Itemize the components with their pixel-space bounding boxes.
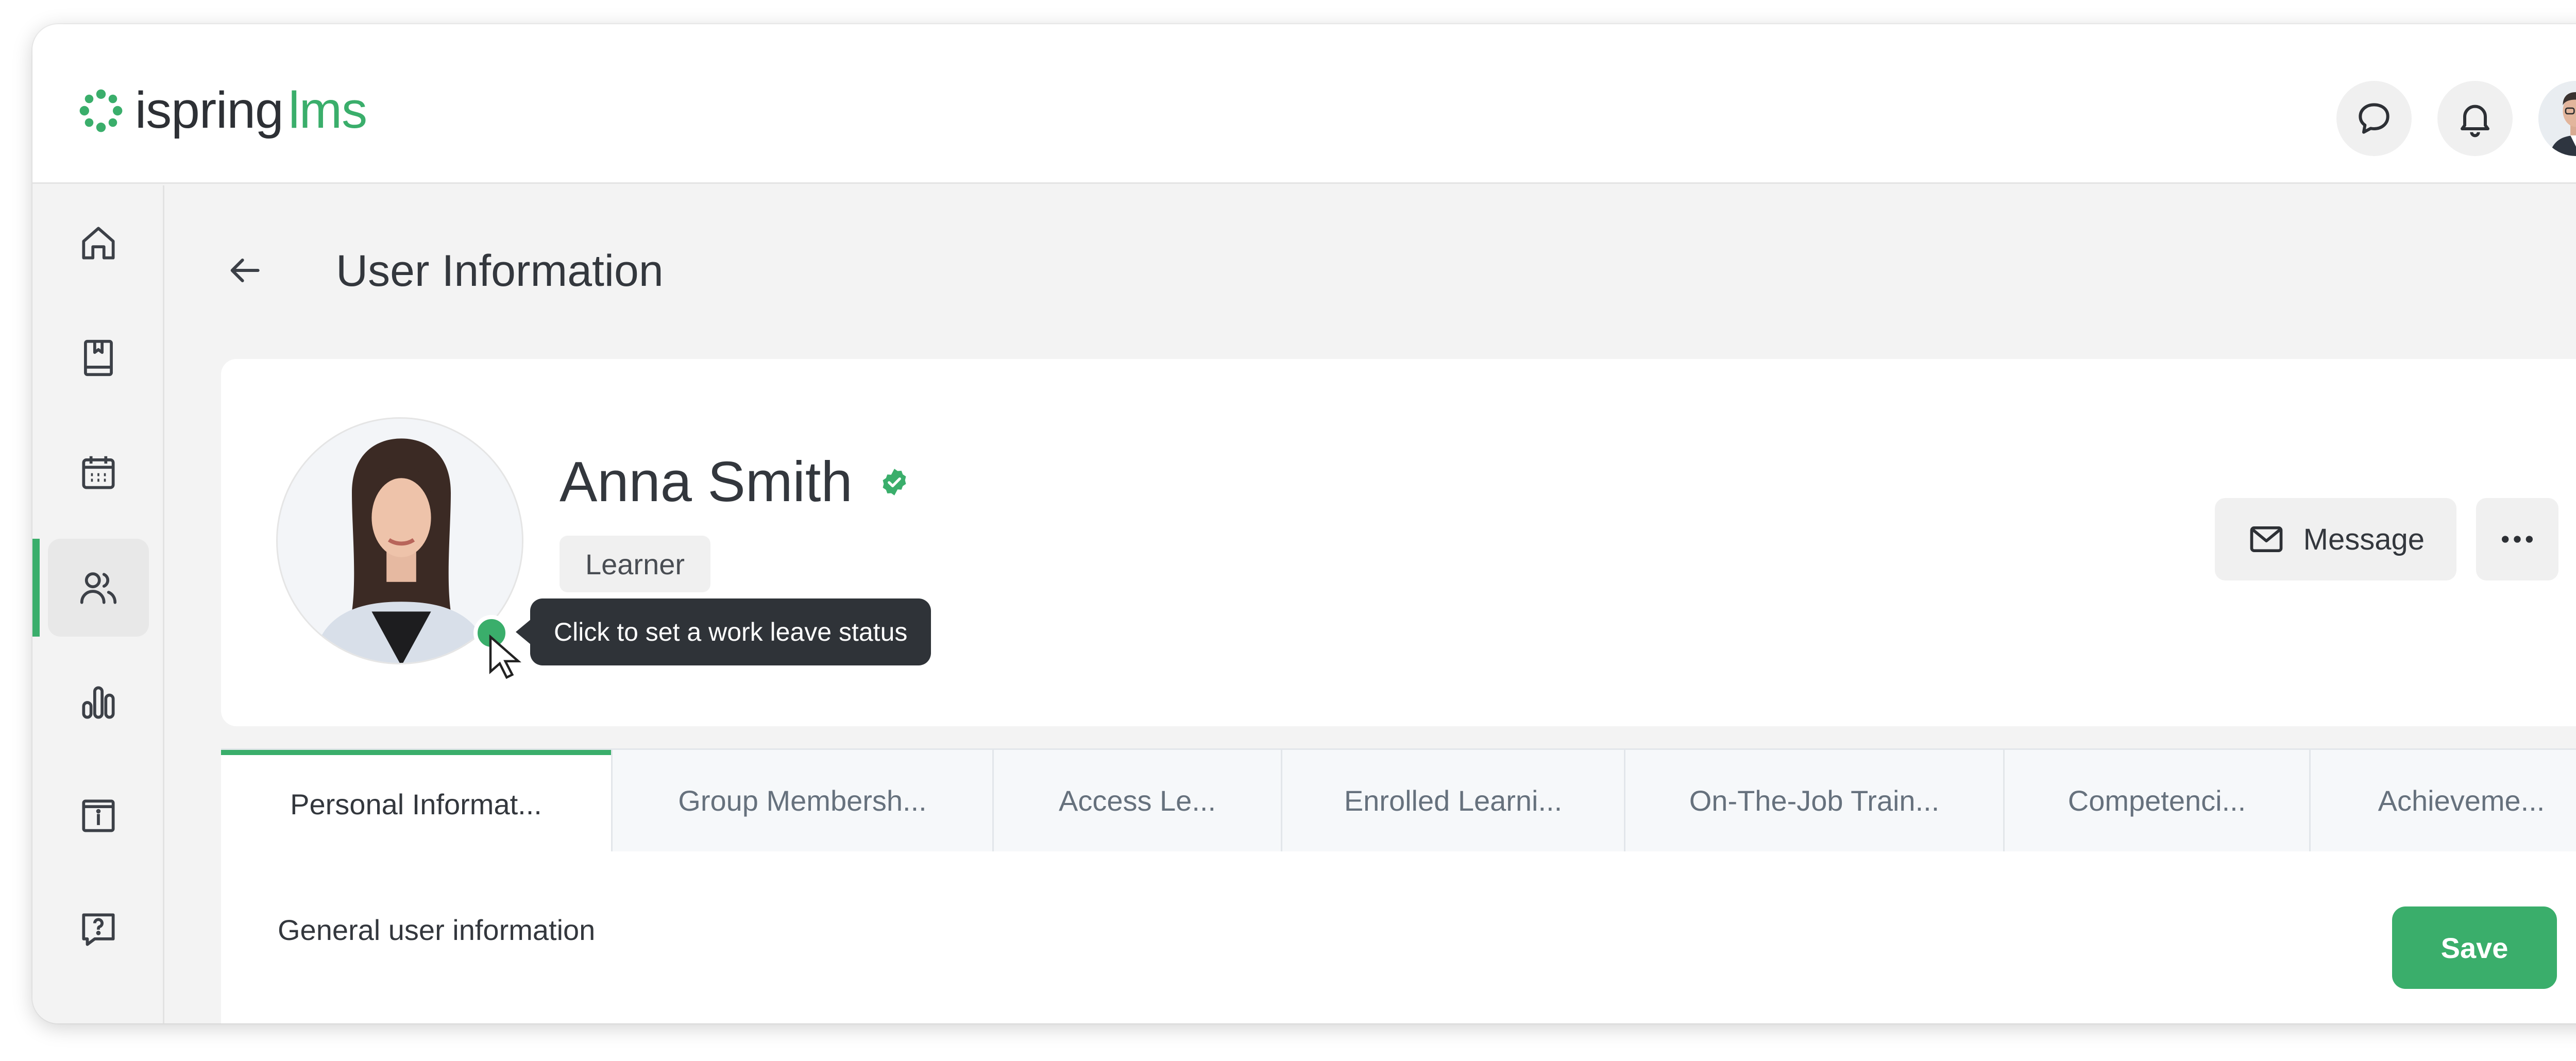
work-leave-tooltip: Click to set a work leave status: [515, 598, 931, 665]
back-button[interactable]: [221, 247, 267, 294]
sidebar: [32, 185, 164, 1023]
man-portrait-icon: [2538, 81, 2576, 156]
users-icon: [80, 572, 117, 604]
top-bar: ispring lms: [32, 24, 2576, 184]
role-badge: Learner: [560, 536, 711, 592]
calendar-icon: [82, 456, 115, 489]
sidebar-item-info[interactable]: [48, 767, 149, 865]
sidebar-item-calendar[interactable]: [48, 424, 149, 522]
message-button-label: Message: [2303, 522, 2425, 556]
ispring-logo[interactable]: ispring lms: [77, 81, 367, 140]
tab-on-the-job-training[interactable]: On-The-Job Train...: [1624, 750, 2003, 853]
user-name-text: Anna Smith: [560, 450, 853, 514]
save-button[interactable]: Save: [2392, 906, 2557, 989]
bell-icon: [2461, 105, 2489, 138]
sidebar-item-library[interactable]: [48, 309, 149, 407]
book-icon: [84, 339, 113, 377]
sidebar-item-home[interactable]: [48, 194, 149, 292]
profile-card: Click to set a work leave status Anna Sm…: [221, 359, 2576, 726]
current-user-avatar[interactable]: [2538, 81, 2576, 156]
notifications-button[interactable]: [2437, 81, 2513, 156]
profile-tabs: Personal Informat... Group Membersh... A…: [221, 748, 2576, 853]
help-icon: [82, 913, 115, 946]
tab-personal-information[interactable]: Personal Informat...: [221, 750, 611, 853]
sidebar-item-help[interactable]: [48, 881, 149, 979]
user-name: Anna Smith: [560, 449, 910, 515]
envelope-icon: [2250, 526, 2283, 553]
logo-text-ispring: ispring: [135, 81, 284, 139]
home-icon: [82, 227, 115, 260]
verified-check-icon: [883, 468, 906, 495]
sidebar-active-indicator: [32, 539, 40, 637]
main-content: User Information Click to set a work lea…: [164, 185, 2576, 1023]
info-icon: [82, 799, 115, 832]
tab-group-membership[interactable]: Group Membersh...: [611, 750, 992, 853]
sidebar-item-users[interactable]: [48, 539, 149, 637]
personal-info-panel: General user information Save: [221, 851, 2576, 1023]
section-heading: General user information: [278, 914, 596, 946]
message-button[interactable]: Message: [2214, 498, 2456, 580]
tab-competencies[interactable]: Competenci...: [2003, 750, 2309, 853]
tab-access-level[interactable]: Access Le...: [992, 750, 1281, 853]
chat-button[interactable]: [2336, 81, 2412, 156]
more-horizontal-icon: [2502, 536, 2533, 543]
arrow-left-icon: [230, 259, 260, 282]
sidebar-item-reports[interactable]: [48, 654, 149, 751]
page-title: User Information: [336, 246, 664, 296]
chat-icon: [2359, 103, 2389, 134]
reports-icon: [82, 686, 115, 719]
more-options-button[interactable]: [2476, 498, 2558, 580]
logo-text-lms: lms: [288, 81, 368, 139]
tab-enrolled-learning[interactable]: Enrolled Learni...: [1281, 750, 1624, 853]
app-window: ispring lms User Information Click to se…: [32, 24, 2576, 1023]
tab-achievements[interactable]: Achieveme...: [2309, 750, 2576, 853]
logo-mark-icon: [79, 89, 123, 132]
